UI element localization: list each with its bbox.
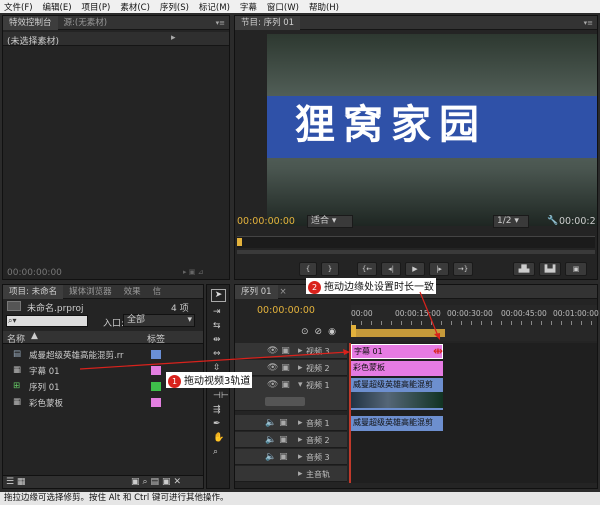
status-text: 拖拉边缘可选择修剪。按住 Alt 和 Ctrl 键可进行其他操作。: [4, 493, 229, 503]
arrow-line-2: [419, 291, 439, 337]
arrow-head-1: [343, 349, 350, 355]
annotation-arrows: [79, 291, 440, 370]
arrow-head-2: [434, 333, 440, 340]
arrow-line-1: [79, 351, 349, 370]
status-bar: 拖拉边缘可选择修剪。按住 Alt 和 Ctrl 键可进行其他操作。: [0, 492, 600, 505]
